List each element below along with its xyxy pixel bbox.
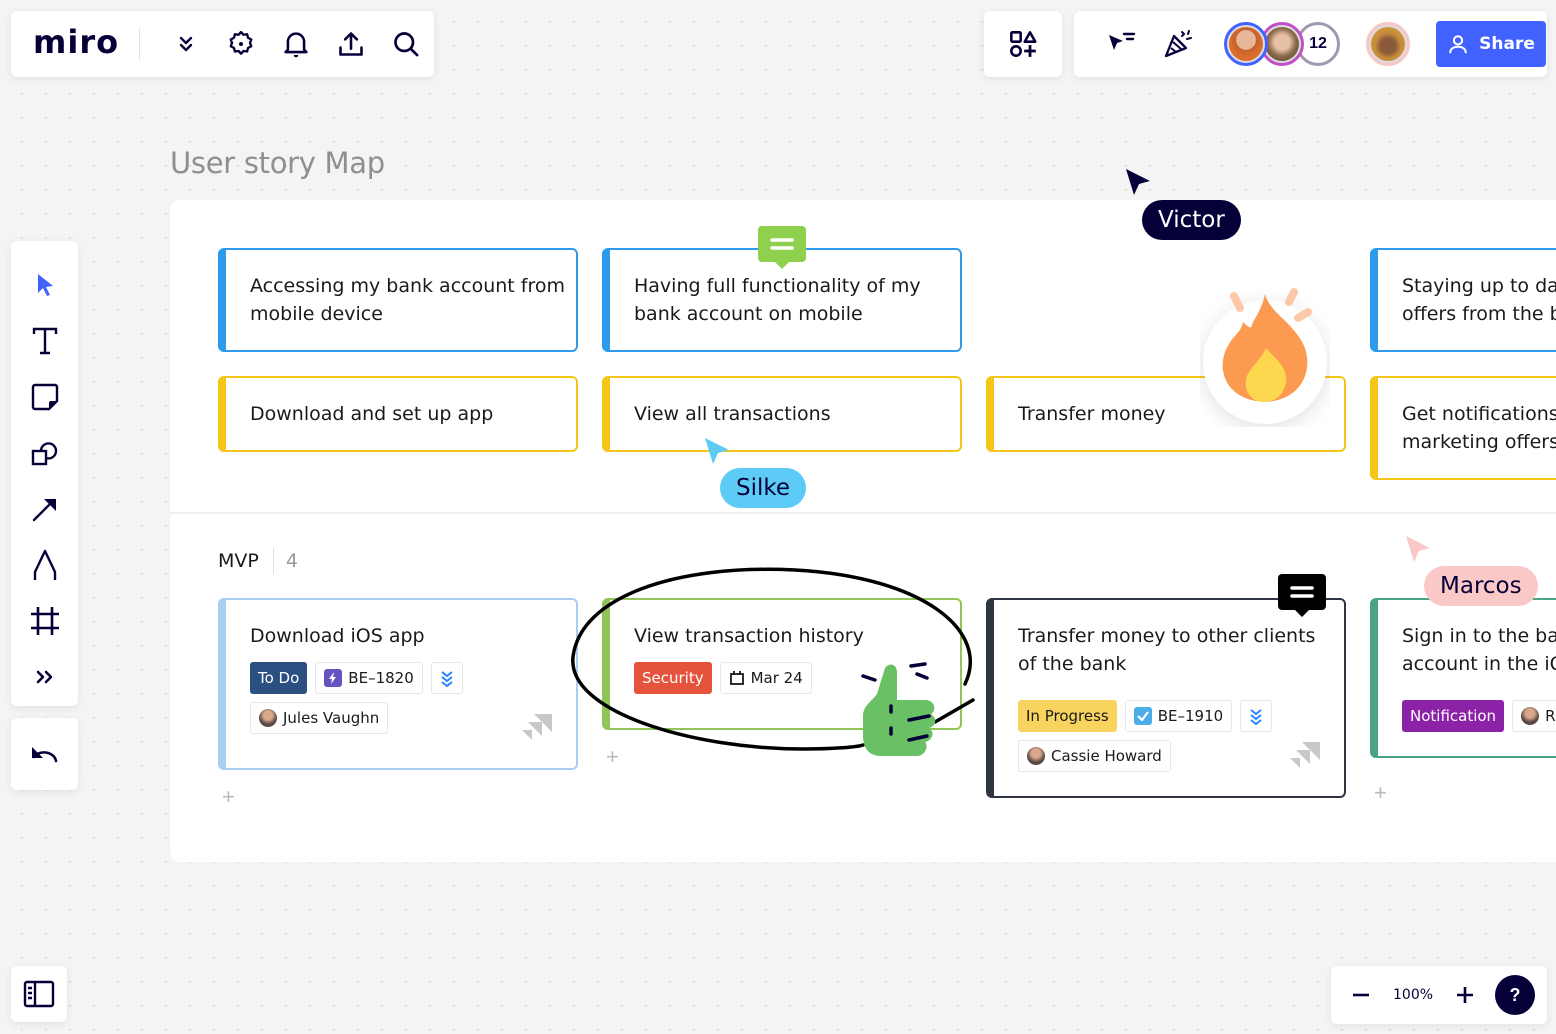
task-checkbox-icon: [1133, 707, 1152, 725]
step-card[interactable]: Download and set up app: [218, 376, 578, 452]
zoom-in-icon[interactable]: [1453, 983, 1477, 1007]
issue-key-badge[interactable]: BE–1820: [315, 662, 423, 694]
assignee-badge[interactable]: Cassie Howard: [1018, 740, 1171, 772]
celebrate-party-icon[interactable]: [1150, 24, 1206, 64]
settings-icon[interactable]: [213, 24, 268, 64]
divider: [272, 548, 274, 574]
fire-sticker[interactable]: [1200, 282, 1330, 427]
share-label: Share: [1479, 34, 1535, 54]
assignee-avatar: [259, 709, 277, 727]
undo-icon[interactable]: [30, 743, 60, 765]
notifications-bell-icon[interactable]: [268, 24, 323, 64]
jira-icon: [522, 714, 552, 740]
epic-lightning-icon: [324, 669, 343, 687]
release-header[interactable]: MVP 4: [218, 548, 298, 574]
step-card[interactable]: View all transactions: [602, 376, 962, 452]
thumbs-up-sticker[interactable]: [855, 658, 945, 763]
miro-logo[interactable]: miro: [33, 23, 119, 61]
story-card[interactable]: Download iOS app To Do BE–1820 Jules Vau…: [218, 598, 578, 770]
assignee-badge[interactable]: R: [1512, 700, 1556, 732]
zoom-level[interactable]: 100%: [1393, 987, 1433, 1003]
marcos-cursor-icon: [1406, 536, 1430, 562]
cursor-label-silke: Silke: [720, 468, 807, 508]
cursor-label-marcos: Marcos: [1424, 566, 1538, 606]
more-chevrons-icon[interactable]: [158, 24, 213, 64]
arrow-line-icon[interactable]: [21, 481, 69, 537]
release-label: MVP: [218, 550, 259, 572]
comment-marker[interactable]: [1278, 574, 1326, 617]
divider: [139, 28, 141, 60]
story-card[interactable]: Transfer money to other clients of the b…: [986, 598, 1346, 798]
story-card[interactable]: Sign in to the bank account in the iOS a…: [1370, 598, 1556, 758]
search-icon[interactable]: [379, 24, 434, 64]
pages-panel-toggle[interactable]: [11, 966, 67, 1022]
help-button[interactable]: ?: [1495, 975, 1536, 1015]
board-title[interactable]: User story Map: [170, 146, 385, 180]
shapes-icon[interactable]: [21, 425, 69, 481]
avatar[interactable]: [1224, 22, 1268, 66]
apps-panel: [984, 11, 1062, 77]
add-story-button[interactable]: +: [222, 784, 235, 810]
cursor-label-victor: Victor: [1142, 200, 1241, 240]
current-user-avatar[interactable]: [1366, 22, 1410, 66]
more-tools-icon[interactable]: [21, 649, 69, 705]
assignee-avatar: [1521, 707, 1540, 725]
pen-icon[interactable]: [21, 537, 69, 593]
priority-lowest-icon[interactable]: [1240, 700, 1273, 732]
cursor-filter-icon[interactable]: [1094, 24, 1150, 64]
text-icon[interactable]: [21, 313, 69, 369]
zoom-out-icon[interactable]: [1349, 983, 1373, 1007]
comment-icon: [1290, 586, 1314, 598]
silke-cursor-icon: [705, 438, 729, 464]
status-badge[interactable]: In Progress: [1018, 700, 1117, 732]
share-button[interactable]: Share: [1436, 21, 1546, 67]
collaboration-bar: 12 Share: [1074, 11, 1547, 77]
pages-panel-icon: [23, 980, 55, 1008]
sticky-note-icon[interactable]: [21, 369, 69, 425]
label-badge[interactable]: Notification: [1402, 700, 1505, 732]
export-upload-icon[interactable]: [324, 24, 379, 64]
apps-shapes-icon[interactable]: [1009, 30, 1037, 58]
status-badge[interactable]: To Do: [250, 662, 308, 694]
activity-card[interactable]: Staying up to date with offers from the …: [1370, 248, 1556, 352]
issue-key-badge[interactable]: BE–1910: [1124, 700, 1233, 732]
frame-icon[interactable]: [21, 593, 69, 649]
zoom-controls: 100% ?: [1331, 966, 1547, 1024]
user-icon: [1449, 35, 1467, 54]
release-count: 4: [285, 550, 298, 572]
main-menu-bar: miro: [11, 11, 434, 77]
release-divider: [170, 512, 1556, 514]
select-icon[interactable]: [21, 257, 69, 313]
activity-card[interactable]: Accessing my bank account from mobile de…: [218, 248, 578, 352]
comment-marker[interactable]: [758, 226, 806, 269]
victor-cursor-icon: [1126, 169, 1150, 195]
assignee-avatar: [1027, 747, 1045, 765]
tools-toolbar: [11, 241, 78, 706]
jira-icon: [1290, 742, 1320, 768]
collaborator-avatars: 12: [1224, 22, 1340, 66]
assignee-badge[interactable]: Jules Vaughn: [250, 702, 389, 734]
priority-lowest-icon[interactable]: [430, 662, 463, 694]
add-story-button[interactable]: +: [1374, 780, 1387, 806]
undo-panel: [11, 718, 78, 790]
comment-icon: [770, 238, 794, 250]
step-card[interactable]: Get notifications about marketing offers: [1370, 376, 1556, 480]
